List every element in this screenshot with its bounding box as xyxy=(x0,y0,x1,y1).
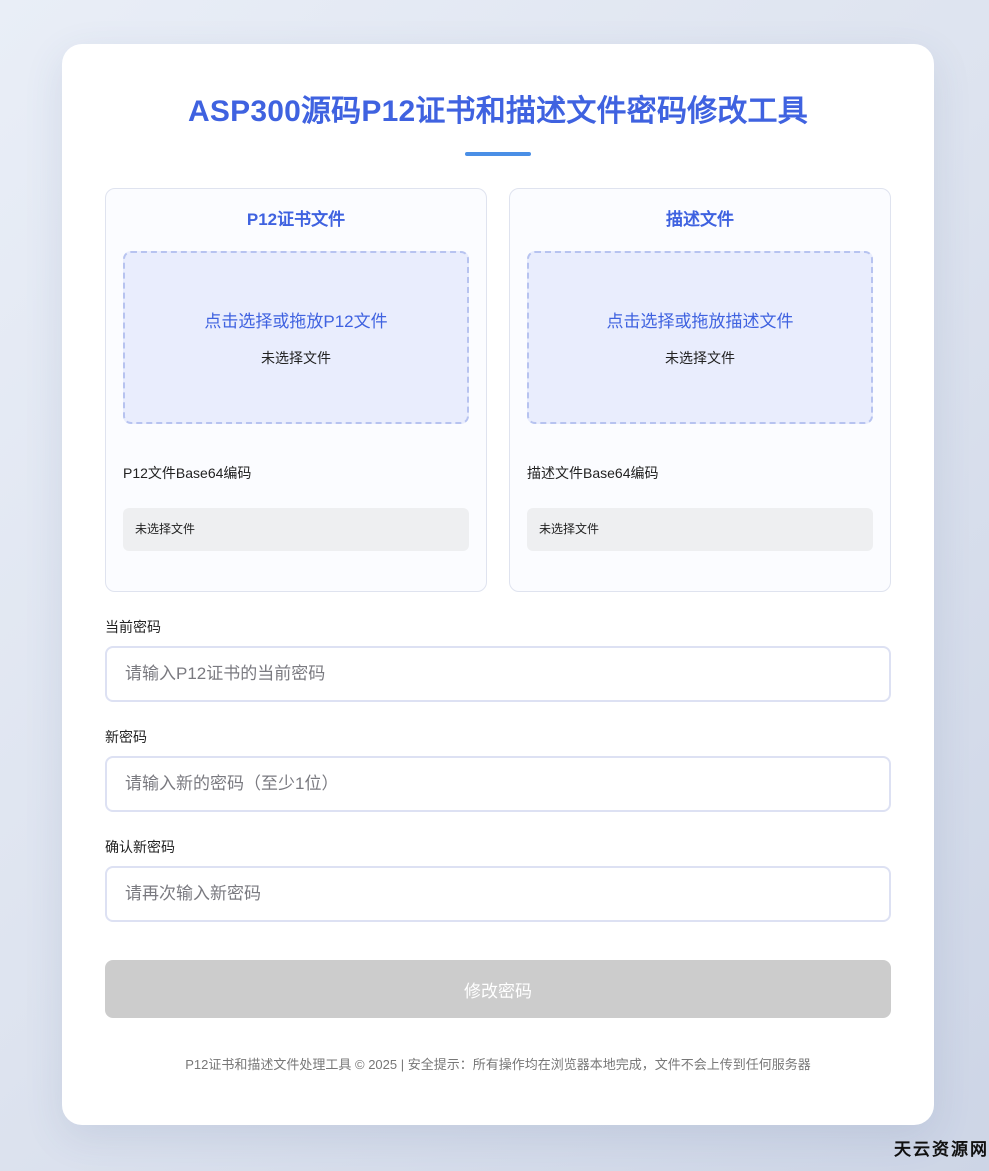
profile-panel-title: 描述文件 xyxy=(666,210,734,229)
p12-base64-label: P12文件Base64编码 xyxy=(123,465,252,481)
p12-file-status: 未选择文件 xyxy=(261,350,331,366)
new-password-input[interactable] xyxy=(105,756,891,812)
title-underline xyxy=(465,152,531,156)
p12-panel-title: P12证书文件 xyxy=(246,210,346,229)
confirm-password-label: 确认新密码 xyxy=(105,839,175,855)
profile-drop-zone[interactable]: 点击选择或拖放描述文件 未选择文件 xyxy=(527,251,873,424)
new-password-group: 新密码 xyxy=(105,728,891,812)
confirm-password-input[interactable] xyxy=(105,866,891,922)
p12-upload-panel: P12证书文件 点击选择或拖放P12文件 未选择文件 P12文件Base64编码… xyxy=(105,188,487,592)
profile-upload-panel: 描述文件 点击选择或拖放描述文件 未选择文件 描述文件Base64编码 未选择文… xyxy=(509,188,891,592)
profile-base64-output[interactable]: 未选择文件 xyxy=(527,508,873,551)
profile-drop-hint: 点击选择或拖放描述文件 xyxy=(606,312,794,331)
current-password-group: 当前密码 xyxy=(105,618,891,702)
upload-row: P12证书文件 点击选择或拖放P12文件 未选择文件 P12文件Base64编码… xyxy=(105,188,891,592)
p12-drop-zone[interactable]: 点击选择或拖放P12文件 未选择文件 xyxy=(123,251,469,424)
confirm-password-group: 确认新密码 xyxy=(105,838,891,922)
profile-file-status: 未选择文件 xyxy=(665,350,735,366)
change-password-button[interactable]: 修改密码 xyxy=(105,960,891,1018)
main-card: ASP300源码P12证书和描述文件密码修改工具 P12证书文件 点击选择或拖放… xyxy=(62,44,934,1125)
current-password-input[interactable] xyxy=(105,646,891,702)
footer-note: P12证书和描述文件处理工具 © 2025 | 安全提示：所有操作均在浏览器本地… xyxy=(185,1057,811,1072)
new-password-label: 新密码 xyxy=(105,729,147,745)
profile-base64-label: 描述文件Base64编码 xyxy=(527,465,659,481)
page-title: ASP300源码P12证书和描述文件密码修改工具 xyxy=(188,95,808,128)
p12-base64-output[interactable]: 未选择文件 xyxy=(123,508,469,551)
site-watermark: 天云资源网 xyxy=(894,1140,989,1159)
p12-drop-hint: 点击选择或拖放P12文件 xyxy=(204,312,388,331)
current-password-label: 当前密码 xyxy=(105,619,161,635)
